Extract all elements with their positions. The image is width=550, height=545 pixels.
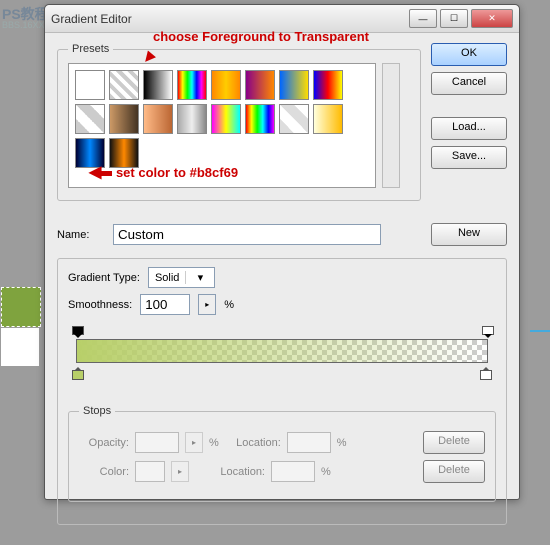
preset-swatch[interactable] (75, 104, 105, 134)
close-button[interactable]: ✕ (471, 9, 513, 28)
preset-swatch[interactable] (177, 104, 207, 134)
gradient-fill (77, 340, 487, 362)
ok-button[interactable]: OK (431, 43, 507, 66)
presets-scrollbar[interactable] (382, 63, 400, 188)
new-button[interactable]: New (431, 223, 507, 246)
preset-swatch[interactable] (109, 70, 139, 100)
titlebar[interactable]: Gradient Editor — ☐ ✕ (45, 5, 519, 33)
load-button[interactable]: Load... (431, 117, 507, 140)
preset-swatch[interactable] (211, 104, 241, 134)
location-label-2: Location: (195, 466, 265, 478)
chevron-down-icon: ▾ (185, 271, 214, 284)
gradient-settings-fieldset: Gradient Type: Solid▾ Smoothness: ▸ % (57, 258, 507, 525)
dialog-buttons: OK Cancel Load... Save... (431, 43, 507, 211)
minimize-button[interactable]: — (409, 9, 437, 28)
preset-swatch[interactable] (245, 104, 275, 134)
cancel-button[interactable]: Cancel (431, 72, 507, 95)
preset-swatch[interactable] (143, 104, 173, 134)
preset-swatch[interactable] (143, 70, 173, 100)
preset-swatch[interactable] (313, 70, 343, 100)
preset-swatch[interactable] (279, 70, 309, 100)
delete-color-stop-button: Delete (423, 460, 485, 483)
color-stop-row: Color: ▸ Location: % Delete (79, 460, 485, 483)
presets-legend: Presets (68, 43, 113, 55)
gradient-bar-area[interactable] (70, 327, 494, 377)
percent-2: % (337, 437, 347, 449)
color-location-field (271, 461, 315, 482)
stops-legend: Stops (79, 405, 115, 417)
watermark-url: BBS.16XX8 (2, 20, 50, 30)
name-input[interactable] (113, 224, 381, 245)
opacity-spinner: ▸ (185, 432, 203, 453)
location-label-1: Location: (225, 437, 281, 449)
opacity-stop-right[interactable] (482, 326, 492, 338)
preset-swatch[interactable] (75, 138, 105, 168)
color-stop-left[interactable] (72, 366, 84, 380)
window-title: Gradient Editor (51, 12, 406, 26)
color-swatch-field (135, 461, 165, 482)
name-row: Name: New (57, 223, 507, 246)
gradient-editor-window: Gradient Editor — ☐ ✕ choose Foreground … (44, 4, 520, 500)
presets-fieldset: Presets (57, 43, 421, 201)
background-swatch[interactable] (1, 328, 39, 366)
preset-swatch[interactable] (109, 138, 139, 168)
smoothness-input[interactable] (140, 294, 190, 315)
foreground-swatch[interactable] (1, 287, 41, 327)
name-label: Name: (57, 229, 105, 241)
preset-swatch[interactable] (245, 70, 275, 100)
color-spinner: ▸ (171, 461, 189, 482)
preset-swatch[interactable] (75, 70, 105, 100)
stops-fieldset: Stops Opacity: ▸ % Location: % Delete Co… (68, 405, 496, 502)
opacity-stop-row: Opacity: ▸ % Location: % Delete (79, 431, 485, 454)
maximize-button[interactable]: ☐ (440, 9, 468, 28)
color-stop-right[interactable] (480, 366, 492, 380)
gradient-type-label: Gradient Type: (68, 272, 140, 284)
preset-swatch[interactable] (279, 104, 309, 134)
color-label: Color: (79, 466, 129, 478)
guide-line (530, 330, 550, 332)
smoothness-spinner[interactable]: ▸ (198, 294, 216, 315)
opacity-stop-left[interactable] (72, 326, 82, 338)
opacity-location-field (287, 432, 331, 453)
presets-grid[interactable] (68, 63, 376, 188)
preset-swatch[interactable] (313, 104, 343, 134)
percent-3: % (321, 466, 331, 478)
opacity-label: Opacity: (79, 437, 129, 449)
percent-1: % (209, 437, 219, 449)
preset-swatch[interactable] (109, 104, 139, 134)
preset-swatch[interactable] (211, 70, 241, 100)
save-button[interactable]: Save... (431, 146, 507, 169)
gradient-type-dropdown[interactable]: Solid▾ (148, 267, 215, 288)
delete-opacity-stop-button: Delete (423, 431, 485, 454)
percent-sign: % (224, 299, 234, 311)
gradient-preview-bar[interactable] (76, 339, 488, 363)
opacity-field (135, 432, 179, 453)
preset-swatch[interactable] (177, 70, 207, 100)
smoothness-label: Smoothness: (68, 299, 132, 311)
